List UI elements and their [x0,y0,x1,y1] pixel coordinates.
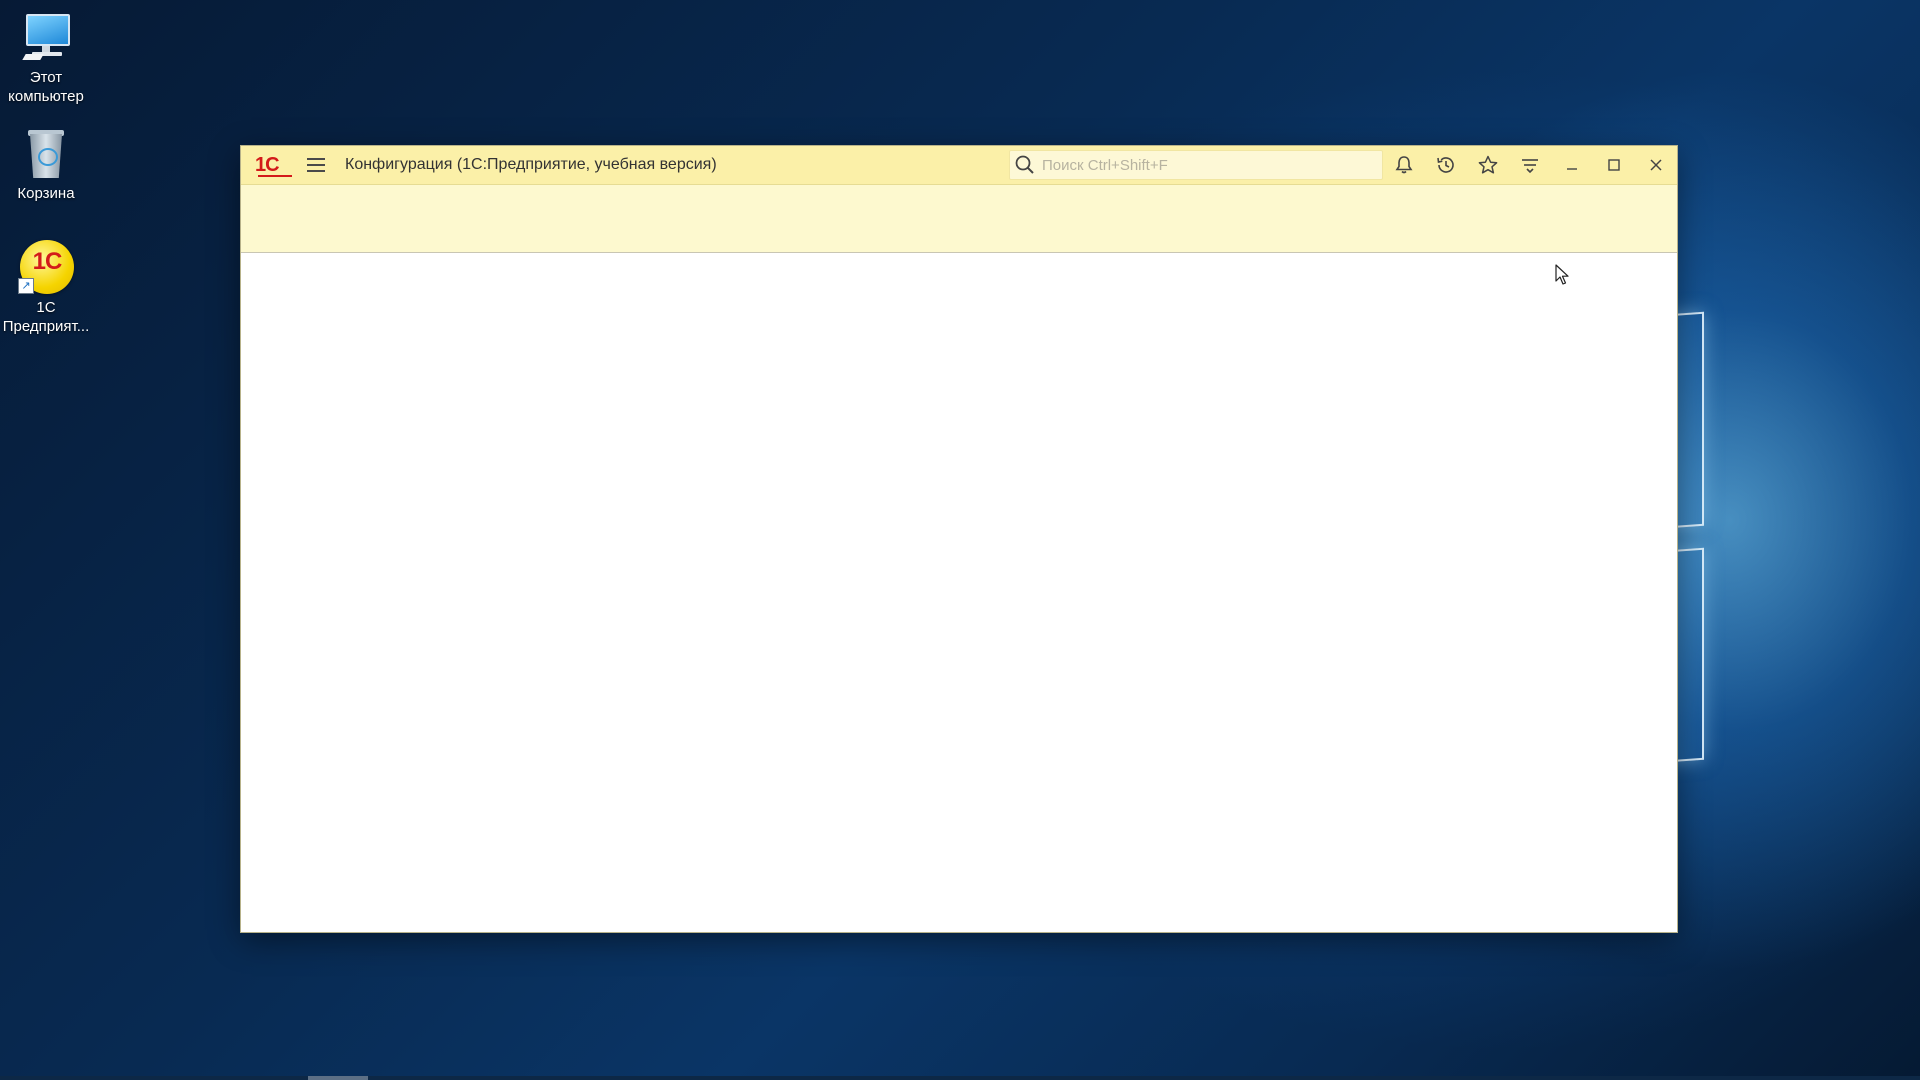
recycle-bin-icon [18,124,74,180]
more-menu-icon[interactable] [1509,146,1551,184]
app-window: 1С Конфигурация (1С:Предприятие, учебная… [241,146,1677,932]
1c-enterprise-icon: 1С ↗ [18,238,74,294]
close-icon[interactable] [1635,146,1677,184]
shortcut-arrow-icon: ↗ [18,278,34,294]
desktop-icon-recycle-bin[interactable]: Корзина [0,124,94,203]
monitor-icon [18,8,74,64]
main-menu-button[interactable] [307,154,329,176]
maximize-icon[interactable] [1593,146,1635,184]
command-panel [241,185,1677,253]
search-input[interactable] [1040,155,1364,175]
desktop-icon-label: Этот [29,69,63,86]
desktop-icon-this-pc[interactable]: Этот компьютер [0,8,94,106]
title-bar[interactable]: 1С Конфигурация (1С:Предприятие, учебная… [241,146,1677,185]
title-bar-actions [1383,146,1677,184]
bell-icon[interactable] [1383,146,1425,184]
star-icon[interactable] [1467,146,1509,184]
desktop-icon-label: компьютер [8,88,84,105]
workspace-area [241,253,1677,932]
taskbar-item-indicator[interactable] [308,1076,368,1080]
desktop-icon-label: Корзина [17,185,75,202]
mouse-cursor-icon [1555,264,1569,285]
window-title: Конфигурация (1С:Предприятие, учебная ве… [345,156,717,173]
desktop-icon-1c-enterprise[interactable]: 1С ↗ 1С Предприят... [0,238,94,336]
search-icon [1015,155,1034,174]
desktop-icon-label: 1С [36,299,56,316]
taskbar-edge [0,1076,1920,1080]
history-icon[interactable] [1425,146,1467,184]
1c-logo-icon[interactable]: 1С [255,154,293,177]
minimize-icon[interactable] [1551,146,1593,184]
search-box[interactable] [1009,150,1383,180]
desktop: Этот компьютер Корзина 1С ↗ 1С Предприят… [0,0,1920,1080]
desktop-icon-label: Предприят... [2,318,90,335]
